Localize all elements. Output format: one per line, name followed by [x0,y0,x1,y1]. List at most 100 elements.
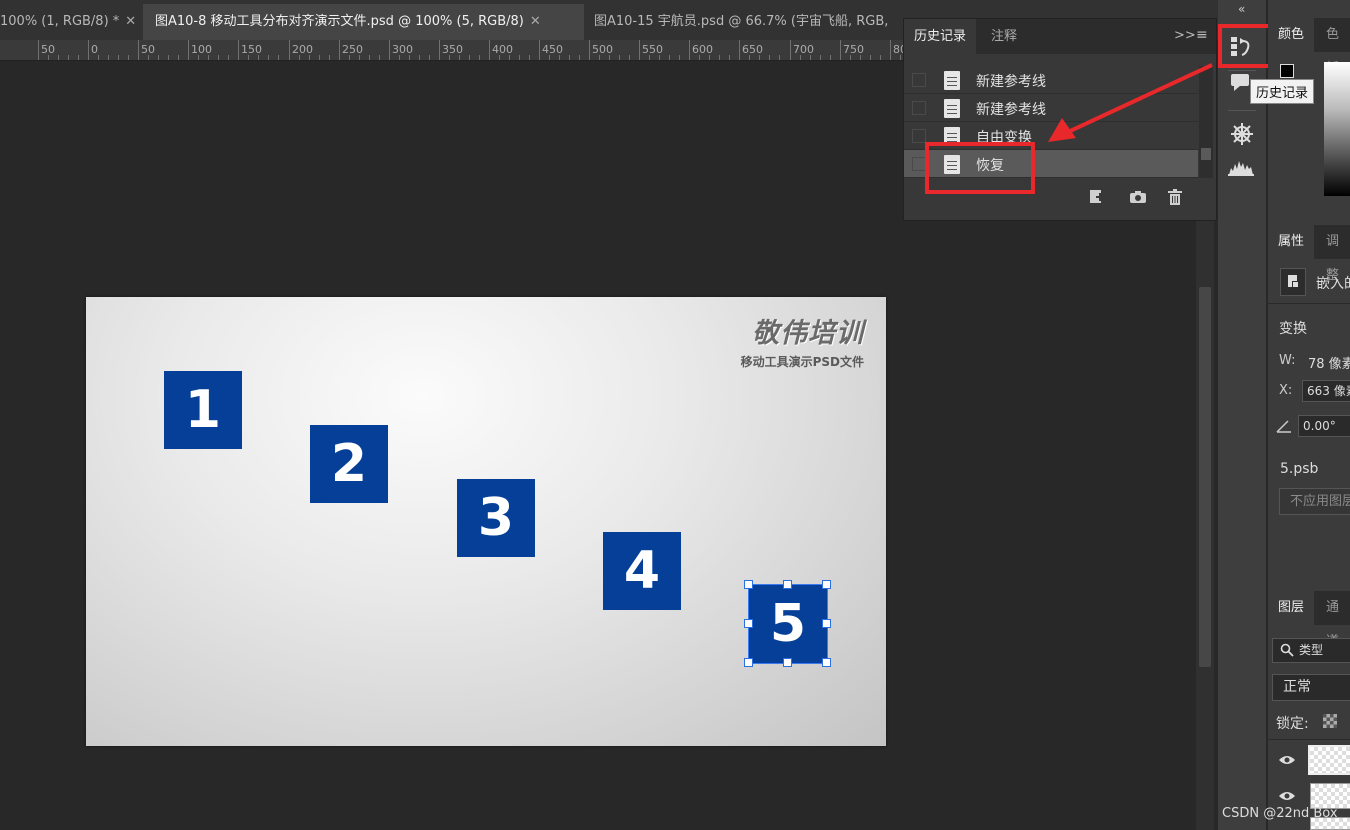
new-document-from-state-icon[interactable] [1087,189,1105,205]
tab-document-1[interactable]: 100% (1, RGB/8) * ✕ [0,4,143,40]
transform-handle[interactable] [744,580,753,589]
ruler-minor-tick [830,55,831,60]
tab-color[interactable]: 颜色 [1268,18,1315,52]
width-value[interactable]: 78 像素 [1308,353,1350,372]
ruler-minor-tick [409,55,410,60]
snapshot-checkbox[interactable] [912,157,926,171]
ruler-tick [439,40,440,60]
blend-mode-select[interactable]: 正常 [1272,674,1350,701]
tab-properties[interactable]: 属性 [1268,225,1315,259]
tooltip: 历史记录 [1250,79,1315,104]
ruler-minor-tick [850,55,851,60]
ruler-minor-tick [900,55,901,60]
divider [1228,110,1256,111]
tab-document-2-active[interactable]: 图A10-8 移动工具分布对齐演示文件.psd @ 100% (5, RGB/8… [143,4,584,40]
ruler-minor-tick [709,55,710,60]
ruler-minor-tick [309,55,310,60]
ruler-minor-tick [629,55,630,60]
ruler-minor-tick [369,55,370,60]
collapse-panels-icon[interactable]: « [1238,2,1245,16]
ruler-minor-tick [78,55,79,60]
scrollbar-thumb[interactable] [1199,287,1211,667]
ruler-minor-tick [419,55,420,60]
eye-visibility-icon[interactable] [1278,790,1296,802]
trash-icon[interactable] [1168,189,1182,205]
ruler-tick [639,40,640,60]
ruler-tick [138,40,139,60]
transform-handle[interactable] [822,619,831,628]
transform-handle[interactable] [822,580,831,589]
ruler-minor-tick [649,55,650,60]
lock-transparent-pixels-icon[interactable] [1323,714,1337,728]
tab-document-3[interactable]: 图A10-15 宇航员.psd @ 66.7% (宇宙飞船, RGB, [584,4,914,40]
expand-icon[interactable]: >> [1174,28,1196,43]
ruler-minor-tick [499,55,500,60]
tab-history[interactable]: 历史记录 [904,19,977,54]
angle-icon [1276,419,1292,433]
snapshot-checkbox[interactable] [912,73,926,87]
transform-handle[interactable] [783,658,792,667]
tab-label: 图A10-8 移动工具分布对齐演示文件.psd @ 100% (5, RGB/8… [155,14,524,29]
navigator-wheel-icon[interactable] [1230,122,1254,146]
layers-panel-header: 图层 通道 [1268,591,1350,649]
color-panel-header: 颜色 色板 [1268,18,1350,76]
square-4[interactable]: 4 [603,532,681,610]
transform-handle[interactable] [783,580,792,589]
transform-handle[interactable] [744,619,753,628]
transform-handle[interactable] [822,658,831,667]
ruler-tick [339,40,340,60]
camera-snapshot-icon[interactable] [1129,190,1147,204]
square-1[interactable]: 1 [164,371,242,449]
square-3[interactable]: 3 [457,479,535,557]
ruler-minor-tick [759,55,760,60]
width-label: W: [1279,353,1296,368]
embedded-label: 嵌入的 [1316,276,1350,292]
foreground-color-swatch[interactable] [1280,64,1294,78]
brand-title: 敬伟培训 [752,318,864,349]
smart-object-icon [1280,268,1306,296]
ruler-minor-tick [529,55,530,60]
transform-handle[interactable] [744,658,753,667]
history-panel-tabs: 历史记录 注释 >> ≡ [904,19,1216,54]
ruler-minor-tick [769,55,770,60]
tab-layers[interactable]: 图层 [1268,591,1315,625]
layer-thumbnail[interactable] [1308,745,1350,775]
ruler-minor-tick [68,55,69,60]
histogram-icon[interactable] [1228,158,1254,176]
close-icon[interactable]: ✕ [125,14,136,29]
tab-channels[interactable]: 通道 [1326,591,1350,649]
ruler-tick [289,40,290,60]
square-2[interactable]: 2 [310,425,388,503]
ruler-minor-tick [469,55,470,60]
close-icon[interactable]: ✕ [530,14,541,29]
tab-adjustments[interactable]: 调整 [1326,225,1350,283]
ruler-minor-tick [699,55,700,60]
square-5-selected[interactable]: 5 [748,584,828,664]
ruler-minor-tick [248,55,249,60]
comment-icon[interactable] [1230,73,1252,91]
snapshot-checkbox[interactable] [912,129,926,143]
angle-input[interactable]: 0.00° [1298,415,1350,437]
panel-menu-icon[interactable]: ≡ [1196,27,1208,43]
ruler-tick [790,40,791,60]
tab-swatches[interactable]: 色板 [1326,18,1350,76]
x-position-input[interactable]: 663 像素 [1302,380,1350,402]
ruler-tick [188,40,189,60]
snapshot-checkbox[interactable] [912,101,926,115]
document-canvas[interactable]: 敬伟培训 移动工具演示PSD文件 1 2 3 4 5 [86,297,886,746]
ruler-minor-tick [58,55,59,60]
eye-visibility-icon[interactable] [1278,754,1296,766]
ruler-minor-tick [679,55,680,60]
ruler-tick [739,40,740,60]
divider [1268,303,1350,304]
ruler-minor-tick [128,55,129,60]
ruler-tick [389,40,390,60]
x-label: X: [1279,383,1293,398]
color-picker-field[interactable] [1324,62,1350,196]
brand-subtitle: 移动工具演示PSD文件 [740,355,864,369]
watermark: CSDN @22nd Box [1222,806,1338,821]
layer-comp-button[interactable]: 不应用图层复合 [1279,488,1350,515]
ruler-minor-tick [619,55,620,60]
tab-notes[interactable]: 注释 [981,19,1027,54]
ruler-minor-tick [349,55,350,60]
